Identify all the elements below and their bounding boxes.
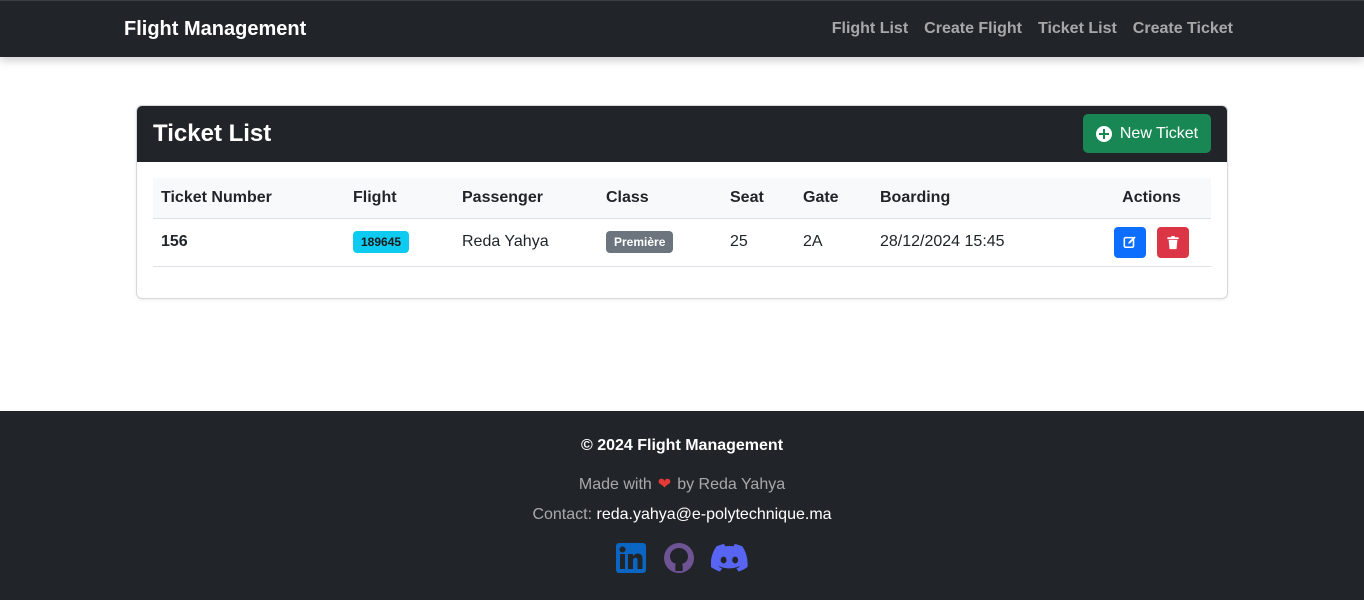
nav-link-flight-list[interactable]: Flight List bbox=[832, 20, 908, 38]
column-header-boarding: Boarding bbox=[872, 178, 1092, 219]
cell-boarding: 28/12/2024 15:45 bbox=[872, 218, 1092, 267]
discord-icon[interactable] bbox=[710, 542, 749, 579]
footer-made-with: Made with ❤ by Reda Yahya bbox=[0, 474, 1364, 494]
column-header-actions: Actions bbox=[1092, 178, 1211, 219]
footer-copyright: © 2024 Flight Management bbox=[580, 437, 784, 454]
footer: © 2024 Flight Management Made with ❤ by Re… bbox=[0, 411, 1364, 600]
nav-link-create-flight[interactable]: Create Flight bbox=[924, 20, 1022, 38]
trash-icon bbox=[1167, 235, 1179, 249]
column-header-seat: Seat bbox=[722, 178, 795, 219]
cell-passenger: Reda Yahya bbox=[454, 218, 598, 267]
cell-class: Première bbox=[598, 218, 722, 267]
heart-icon: ❤ bbox=[657, 476, 672, 493]
column-header-class: Class bbox=[598, 178, 722, 219]
contact-label: Contact: bbox=[532, 506, 593, 523]
new-ticket-label: New Ticket bbox=[1119, 124, 1199, 142]
navbar: Flight Management Flight List Create Fli… bbox=[0, 0, 1364, 57]
column-header-passenger: Passenger bbox=[454, 178, 598, 219]
delete-button[interactable] bbox=[1156, 226, 1189, 258]
tickets-table: Ticket Number Flight Passenger Class Sea… bbox=[153, 178, 1211, 267]
column-header-flight: Flight bbox=[345, 178, 454, 219]
ticket-list-card: Ticket List New Ticket Ticket Number Fli… bbox=[136, 105, 1228, 299]
linkedin-icon[interactable] bbox=[615, 542, 647, 579]
class-badge: Première bbox=[606, 231, 674, 253]
cell-gate: 2A bbox=[795, 218, 872, 267]
github-icon[interactable] bbox=[663, 542, 695, 579]
footer-contact: Contact: reda.yahya@e-polytechnique.ma bbox=[0, 506, 1364, 524]
table-header-row: Ticket Number Flight Passenger Class Sea… bbox=[153, 178, 1211, 219]
table-row: 156 189645 Reda Yahya Première 25 2A 28/… bbox=[153, 218, 1211, 267]
card-header: Ticket List New Ticket bbox=[137, 106, 1227, 162]
nav-link-ticket-list[interactable]: Ticket List bbox=[1038, 20, 1117, 38]
contact-email-link[interactable]: reda.yahya@e-polytechnique.ma bbox=[597, 506, 832, 523]
cell-flight: 189645 bbox=[345, 218, 454, 267]
column-header-ticket-number: Ticket Number bbox=[153, 178, 345, 219]
edit-icon bbox=[1123, 236, 1136, 249]
nav-link-create-ticket[interactable]: Create Ticket bbox=[1133, 20, 1233, 38]
made-suffix: by Reda Yahya bbox=[677, 476, 786, 493]
nav-links: Flight List Create Flight Ticket List Cr… bbox=[832, 20, 1233, 38]
page-title: Ticket List bbox=[153, 120, 272, 147]
cell-seat: 25 bbox=[722, 218, 795, 267]
made-prefix: Made with bbox=[578, 476, 652, 493]
brand-logo[interactable]: Flight Management bbox=[124, 18, 306, 41]
column-header-gate: Gate bbox=[795, 178, 872, 219]
edit-button[interactable] bbox=[1114, 226, 1147, 258]
cell-ticket-number: 156 bbox=[153, 218, 345, 267]
flight-badge: 189645 bbox=[353, 231, 410, 253]
cell-actions bbox=[1092, 218, 1211, 267]
new-ticket-button[interactable]: New Ticket bbox=[1083, 114, 1211, 153]
social-links bbox=[0, 542, 1364, 579]
plus-circle-icon bbox=[1095, 125, 1112, 142]
